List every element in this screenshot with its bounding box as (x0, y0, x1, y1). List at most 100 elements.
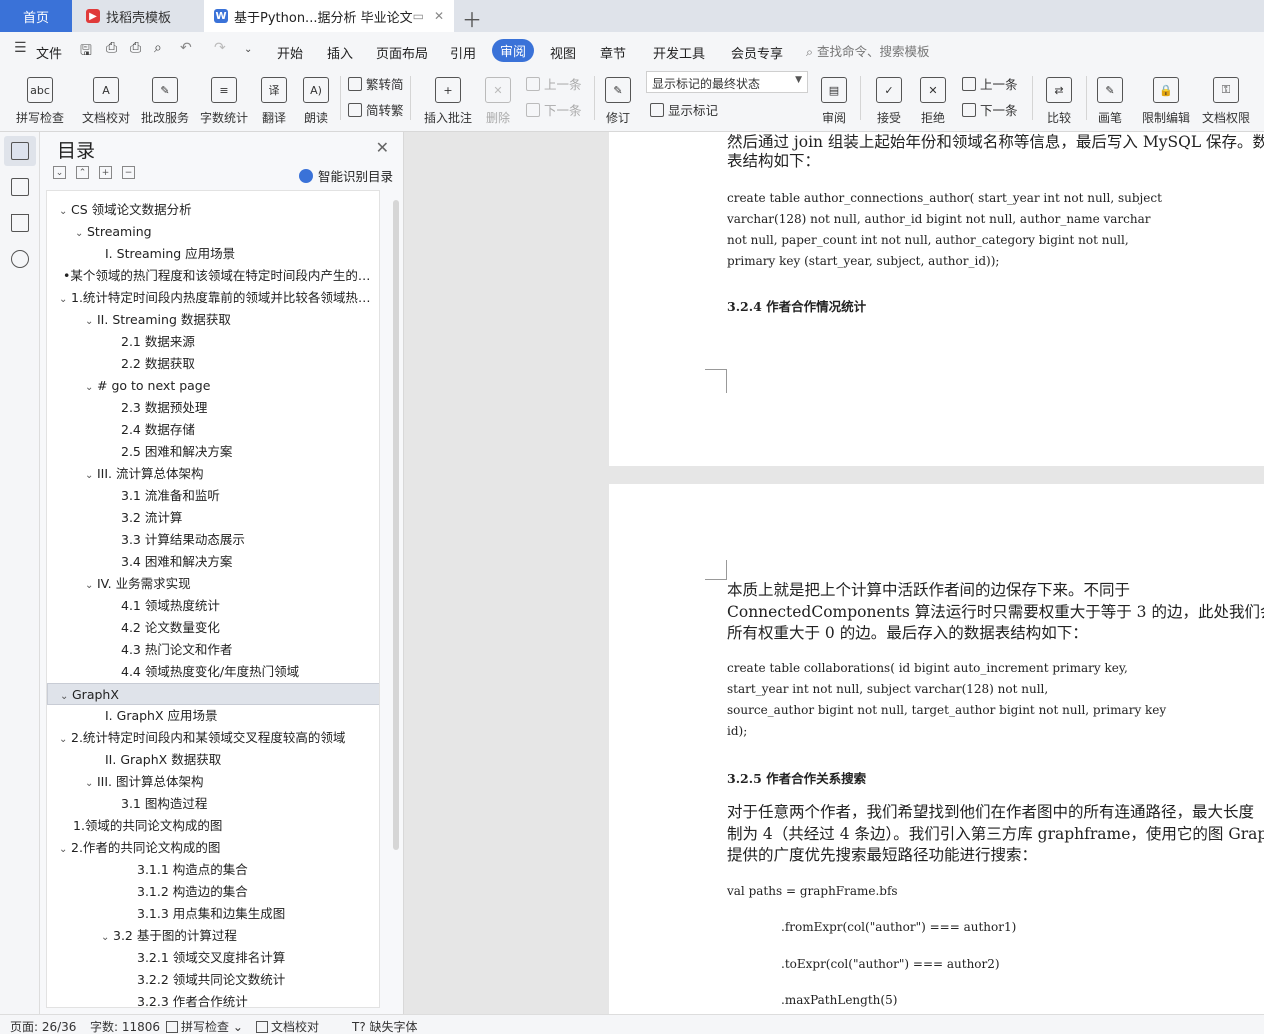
track-changes-button[interactable]: ✎ 修订 (600, 70, 636, 126)
chevron-down-icon[interactable]: ⌄ (59, 729, 71, 749)
menu-reference[interactable]: 引用 (450, 41, 476, 64)
menu-start[interactable]: 开始 (277, 41, 303, 64)
restrict-edit-button[interactable]: 🔒 限制编辑 (1138, 70, 1194, 126)
status-missing-font[interactable]: T? 缺失字体 (352, 1018, 418, 1034)
toc-item[interactable]: ⌄ # go to next page (47, 375, 379, 397)
translate-button[interactable]: 译翻译 (256, 70, 292, 126)
search-icon[interactable] (11, 250, 29, 268)
toc-item[interactable]: 2.4 数据存储 (47, 419, 379, 441)
toc-item[interactable]: ⌄ II. Streaming 数据获取 (47, 309, 379, 331)
remove-heading-icon[interactable]: − (122, 166, 135, 179)
tab-template[interactable]: ▶ 找稻壳模板 (74, 0, 202, 32)
redo-icon[interactable]: ↷ (214, 40, 226, 56)
menu-review[interactable]: 审阅 (492, 39, 535, 62)
toc-item[interactable]: 2.2 数据获取 (47, 353, 379, 375)
toc-item[interactable]: 2.5 困难和解决方案 (47, 441, 379, 463)
toc-item[interactable]: ⌄ CS 领域论文数据分析 (47, 199, 379, 221)
hamburger-icon[interactable]: ☰ (14, 40, 27, 56)
bookmark-icon[interactable] (11, 214, 29, 232)
collapse-all-icon[interactable]: ⌄ (53, 166, 66, 179)
toc-item[interactable]: 3.1.1 构造点的集合 (47, 859, 379, 881)
chevron-down-icon[interactable]: ⌄ (85, 575, 97, 595)
toc-item[interactable]: 3.1 流准备和监听 (47, 485, 379, 507)
undo-icon[interactable]: ↶ (180, 40, 192, 56)
spell-check-button[interactable]: abc 拼写检查 (10, 70, 70, 126)
reject-button[interactable]: ✕ 拒绝 (914, 70, 952, 126)
close-tab-icon[interactable]: ✕ (434, 9, 444, 23)
toc-item[interactable]: 1.领域的共同论文构成的图 (47, 815, 379, 837)
delete-comment-button[interactable]: ✕ 删除 (480, 70, 516, 126)
toc-item[interactable]: 3.2.2 领域共同论文数统计 (47, 969, 379, 991)
simp-to-trad-button[interactable]: 简转繁 (348, 100, 404, 119)
menu-developer[interactable]: 开发工具 (653, 41, 705, 64)
close-icon[interactable]: ✕ (376, 138, 389, 157)
toc-item[interactable]: ⌄ 3.2 基于图的计算过程 (47, 925, 379, 947)
toc-item[interactable]: 3.1.2 构造边的集合 (47, 881, 379, 903)
trad-to-simp-button[interactable]: 繁转简 (348, 74, 404, 93)
new-tab-button[interactable]: ＋ (462, 4, 482, 33)
chevron-down-icon[interactable]: ⌄ (85, 377, 97, 397)
insert-comment-button[interactable]: + 插入批注 (420, 70, 476, 126)
export-pdf-icon[interactable]: ⎙ (106, 40, 117, 56)
toc-item[interactable]: 3.2 流计算 (47, 507, 379, 529)
float-window-icon[interactable]: ▭ (413, 9, 424, 23)
toc-item[interactable]: •某个领域的热门程度和该领域在特定时间段内产生的论文数量有关。 (47, 265, 379, 287)
toc-item[interactable]: 3.4 困难和解决方案 (47, 551, 379, 573)
toc-item[interactable]: ⌄ Streaming (47, 221, 379, 243)
add-heading-icon[interactable]: + (99, 166, 112, 179)
doc-permission-button[interactable]: ⚿ 文档权限 (1198, 70, 1254, 126)
prev-comment-button[interactable]: 上一条 (526, 74, 582, 93)
document-page[interactable]: 本质上就是把上个计算中活跃作者间的边保存下来。不同于 ConnectedComp… (609, 484, 1264, 1014)
toc-item[interactable]: ⌄ GraphX (47, 683, 379, 705)
menu-insert[interactable]: 插入 (327, 41, 353, 64)
status-spell-check[interactable]: 拼写检查 ⌄ (166, 1018, 243, 1034)
toc-item[interactable]: 2.3 数据预处理 (47, 397, 379, 419)
menu-chapter[interactable]: 章节 (600, 41, 626, 64)
chapter-nav-icon[interactable] (11, 178, 29, 196)
toc-item[interactable]: ⌄ 2.作者的共同论文构成的图 (47, 837, 379, 859)
doc-proof-button[interactable]: A 文档校对 (78, 70, 134, 126)
smart-toc-button[interactable]: 智能识别目录 (298, 166, 393, 185)
chevron-down-icon[interactable]: ⌄ (85, 773, 97, 793)
chevron-down-icon[interactable]: ⌄ (75, 223, 87, 243)
toc-item[interactable]: ⌄ 1.统计特定时间段内热度靠前的领域并比较各领域热度的变化 (47, 287, 379, 309)
document-page[interactable]: 然后通过 join 组装上起始年份和领域名称等信息，最后写入 MySQL 保存。… (609, 132, 1264, 466)
toc-item[interactable]: 4.3 热门论文和作者 (47, 639, 379, 661)
word-count-button[interactable]: ≡ 字数统计 (196, 70, 252, 126)
expand-up-icon[interactable]: ⌃ (76, 166, 89, 179)
toc-item[interactable]: 4.1 领域热度统计 (47, 595, 379, 617)
toc-item[interactable]: 3.2.3 作者合作统计 (47, 991, 379, 1007)
toc-item[interactable]: 3.3 计算结果动态展示 (47, 529, 379, 551)
markup-mode-select[interactable]: 显示标记的最终状态 ▼ (646, 71, 808, 93)
print-preview-icon[interactable]: ⌕ (154, 40, 162, 56)
menu-layout[interactable]: 页面布局 (376, 41, 428, 64)
batch-service-button[interactable]: ✎ 批改服务 (138, 70, 192, 126)
page-indicator[interactable]: 页面: 26/36 (10, 1018, 76, 1034)
toc-item[interactable]: I. Streaming 应用场景 (47, 243, 379, 265)
toc-item[interactable]: 2.1 数据来源 (47, 331, 379, 353)
toc-item[interactable]: 4.2 论文数量变化 (47, 617, 379, 639)
toc-item[interactable]: ⌄ III. 流计算总体架构 (47, 463, 379, 485)
save-icon[interactable]: 🖫 (80, 40, 92, 64)
menu-view[interactable]: 视图 (550, 41, 576, 64)
prev-change-button[interactable]: 上一条 (962, 74, 1018, 93)
command-search[interactable]: ⌕ 查找命令、搜索模板 (806, 41, 930, 60)
ink-button[interactable]: ✎ 画笔 (1092, 70, 1128, 126)
tab-document[interactable]: W 基于Python...据分析 毕业论文 ▭ ✕ (204, 0, 454, 32)
next-change-button[interactable]: 下一条 (962, 100, 1018, 119)
chevron-down-icon[interactable]: ⌄ (59, 289, 71, 309)
toc-item[interactable]: 3.1.3 用点集和边集生成图 (47, 903, 379, 925)
next-comment-button[interactable]: 下一条 (526, 100, 582, 119)
toc-icon[interactable] (11, 142, 29, 160)
toc-item[interactable]: 3.1 图构造过程 (47, 793, 379, 815)
read-aloud-button[interactable]: A) 朗读 (298, 70, 334, 126)
tab-home[interactable]: 首页 (0, 0, 72, 32)
chevron-down-icon[interactable]: ⌄ (59, 839, 71, 859)
menu-member[interactable]: 会员专享 (731, 41, 783, 64)
toc-item[interactable]: ⌄ IV. 业务需求实现 (47, 573, 379, 595)
show-markup-button[interactable]: 显示标记 (650, 100, 718, 119)
toc-scrollbar[interactable] (393, 200, 399, 850)
toc-item[interactable]: 3.2.1 领域交叉度排名计算 (47, 947, 379, 969)
chevron-down-icon[interactable]: ⌄ (60, 686, 72, 704)
more-quick-icon[interactable]: ⌄ (244, 44, 252, 55)
